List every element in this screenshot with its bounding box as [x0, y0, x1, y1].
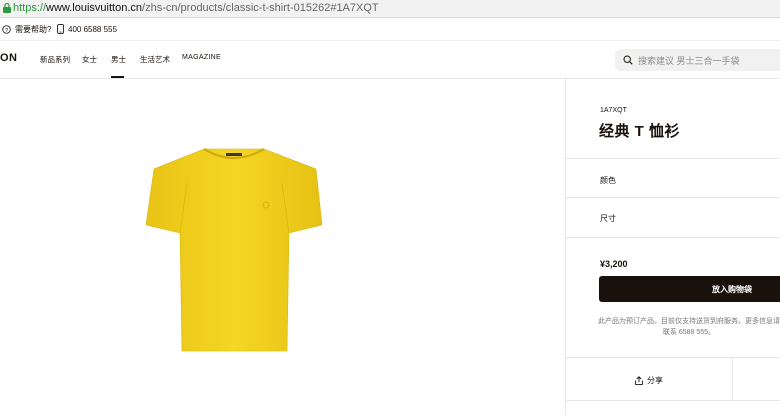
product-title: 经典 T 恤衫	[599, 123, 680, 140]
divider	[566, 158, 780, 159]
search-icon	[623, 55, 633, 65]
phone-number: 400 6588 555	[68, 24, 117, 34]
share-icon	[635, 375, 643, 385]
help-link[interactable]: ? 需要帮助?	[2, 18, 51, 40]
nav-item-art-of-living[interactable]: 生活艺术	[140, 54, 170, 65]
nav-item-women[interactable]: 女士	[82, 54, 97, 65]
main-navigation: ON 新品系列 女士 男士 生活艺术 MAGAZINE 搜索建议 男士三合一手袋	[0, 41, 780, 79]
product-image-tshirt[interactable]	[146, 143, 322, 355]
utility-bar: ? 需要帮助? 400 6588 555	[0, 18, 780, 41]
browser-address-bar[interactable]: https://www.louisvuitton.cn/zhs-cn/produ…	[0, 0, 780, 18]
divider	[566, 197, 780, 198]
help-icon: ?	[2, 24, 11, 33]
add-to-bag-label: 放入购物袋	[712, 285, 752, 294]
url-text[interactable]: https://www.louisvuitton.cn/zhs-cn/produ…	[13, 1, 379, 15]
phone-link[interactable]: 400 6588 555	[57, 18, 117, 40]
size-selector[interactable]: 尺寸	[600, 213, 616, 224]
search-input[interactable]: 搜索建议 男士三合一手袋	[615, 49, 780, 71]
help-label: 需要帮助?	[15, 24, 52, 34]
divider	[566, 400, 780, 401]
color-selector[interactable]: 颜色	[600, 175, 616, 186]
phone-icon	[57, 24, 64, 34]
share-label: 分享	[647, 375, 663, 385]
divider	[566, 237, 780, 238]
nav-item-magazine[interactable]: MAGAZINE	[182, 54, 221, 61]
url-path: /zhs-cn/products/classic-t-shirt-015262#…	[142, 2, 379, 14]
url-host: www.louisvuitton.cn	[46, 2, 143, 14]
nav-item-new[interactable]: 新品系列	[40, 54, 70, 65]
brand-logo[interactable]: ON	[0, 52, 18, 64]
product-price: ¥3,200	[600, 259, 628, 269]
product-sku: 1A7XQT	[600, 107, 627, 114]
search-placeholder: 搜索建议 男士三合一手袋	[638, 56, 740, 66]
share-button[interactable]: 分享	[566, 360, 732, 400]
divider	[732, 357, 733, 400]
nav-item-men[interactable]: 男士	[111, 54, 126, 65]
url-scheme: https://	[13, 2, 47, 14]
active-nav-indicator	[111, 76, 124, 78]
divider	[566, 357, 780, 358]
preorder-notice: 此产品为预订产品。目前仅支持送货到府服务。更多信息请联系 6588 555。	[598, 318, 780, 336]
lock-icon	[3, 2, 11, 13]
add-to-bag-button[interactable]: 放入购物袋	[599, 276, 780, 302]
